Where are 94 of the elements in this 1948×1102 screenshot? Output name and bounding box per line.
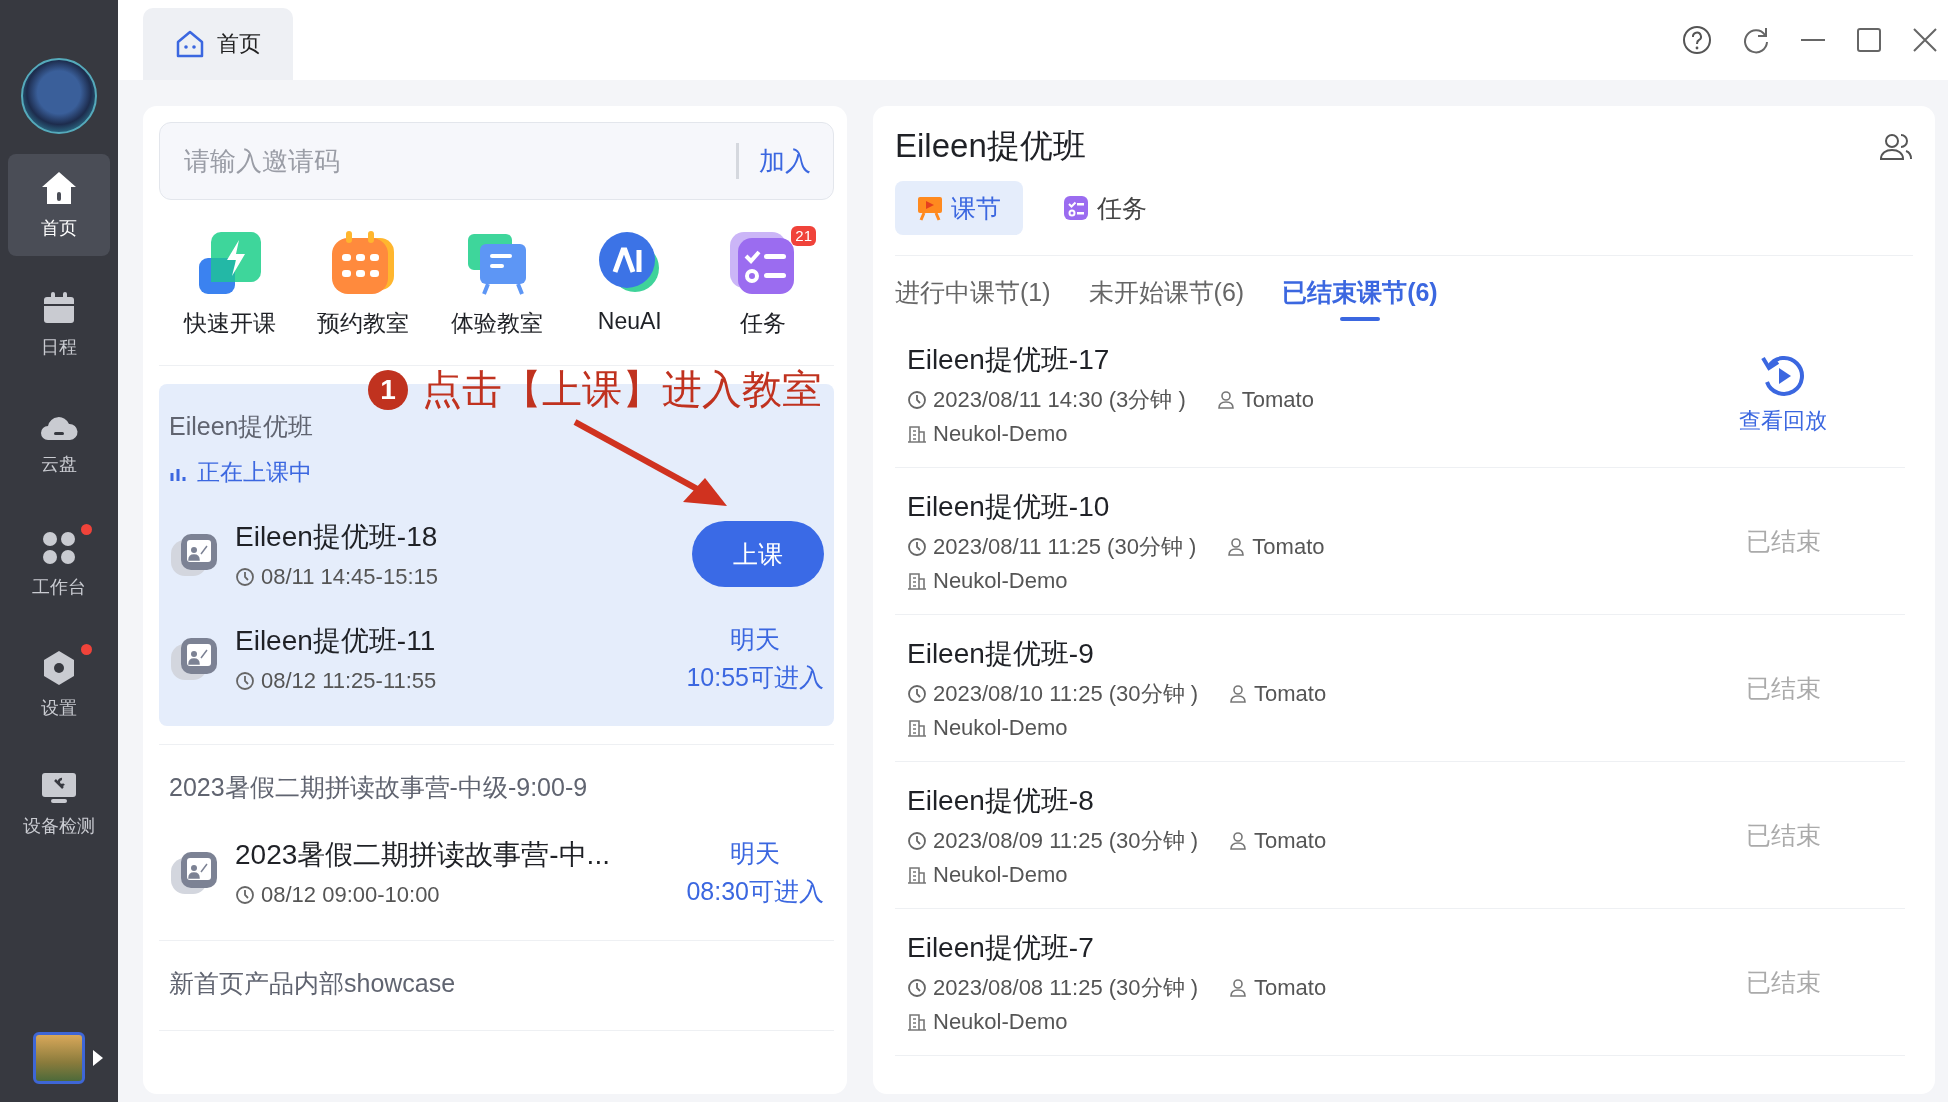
lesson-time: 08/12 11:25-11:55 xyxy=(261,668,437,694)
annotation-text: 点击【上课】进入教室 xyxy=(422,366,822,413)
invite-code-field[interactable]: 请输入邀请码 加入 xyxy=(159,122,834,200)
lesson-title: Eileen提优班-9 xyxy=(907,637,1095,671)
clock-icon xyxy=(235,885,255,905)
ended-status: 已结束 xyxy=(1745,819,1821,851)
entry-time-note: 明天 10:55可进入 xyxy=(686,624,824,693)
lesson-time: 2023/08/11 11:25 (30分钟 ) xyxy=(933,533,1197,561)
clock-icon xyxy=(907,831,927,851)
presentation-icon xyxy=(917,195,943,221)
lesson-filter-tab[interactable]: 进行中课节(1) xyxy=(895,276,1051,321)
lesson-time: 08/12 09:00-10:00 xyxy=(261,882,440,908)
organization-name: Neukol-Demo xyxy=(933,568,1068,594)
shortcut-button[interactable]: NeuAI xyxy=(564,228,695,339)
lesson-filter-tab[interactable]: 未开始课节(6) xyxy=(1088,276,1245,321)
person-icon xyxy=(1228,831,1248,851)
clock-icon xyxy=(235,567,255,587)
shortcut-button[interactable]: 预约教室 xyxy=(298,228,429,339)
lesson-title: 2023暑假二期拼读故事营-中... xyxy=(235,838,611,872)
page-tab[interactable]: 首页 xyxy=(143,8,293,80)
sidebar-item[interactable]: 云盘 xyxy=(8,394,110,496)
person-icon xyxy=(1228,684,1248,704)
lesson-filter-tab[interactable]: 已结束课节(6) xyxy=(1282,276,1438,321)
settings-icon xyxy=(42,650,76,686)
step-number: 1 xyxy=(368,369,408,410)
clock-icon xyxy=(907,978,927,998)
lesson-title: Eileen提优班-8 xyxy=(907,784,1095,818)
class-title: Eileen提优班 xyxy=(895,126,1086,166)
class-tab[interactable]: 任务 xyxy=(1041,181,1169,235)
teacher-name: Tomato xyxy=(1241,387,1314,413)
sidebar-item[interactable]: 工作台 xyxy=(8,514,110,616)
live-status: 正在上课中 xyxy=(197,458,312,487)
lesson-title: Eileen提优班-11 xyxy=(235,624,437,658)
replay-button[interactable]: 查看回放 xyxy=(1739,352,1827,436)
shortcut-button[interactable]: 体验教室 xyxy=(431,228,562,339)
photo-placeholder[interactable] xyxy=(33,1032,85,1084)
organization-name: Neukol-Demo xyxy=(933,1009,1068,1035)
home-icon xyxy=(175,29,205,59)
teacher-name: Tomato xyxy=(1254,828,1327,854)
help-icon[interactable] xyxy=(1682,25,1712,55)
clock-icon xyxy=(907,684,927,704)
person-icon xyxy=(1215,390,1236,410)
clock-icon xyxy=(907,390,927,410)
organization-name: Neukol-Demo xyxy=(933,862,1068,888)
organization-name: Neukol-Demo xyxy=(933,715,1068,741)
sidebar-item[interactable]: 设置 xyxy=(8,634,110,736)
lesson-time: 2023/08/10 11:25 (30分钟 ) xyxy=(933,680,1198,708)
class-title: 2023暑假二期拼读故事营-中级-9:00-9 xyxy=(169,772,589,803)
lesson-time: 2023/08/09 11:25 (30分钟 ) xyxy=(933,827,1198,855)
count-badge: 21 xyxy=(791,226,816,246)
clock-icon xyxy=(907,537,927,557)
teacher-name: Tomato xyxy=(1252,534,1325,560)
sidebar-item[interactable]: 设备检测 xyxy=(8,754,110,856)
monitor-icon xyxy=(41,772,77,804)
lesson-title: Eileen提优班-7 xyxy=(907,931,1095,965)
start-class-button[interactable]: 上课 xyxy=(692,521,824,587)
person-icon xyxy=(1228,978,1248,998)
shortcut-button[interactable]: 快速开课 xyxy=(165,228,295,339)
caret-icon[interactable] xyxy=(93,1050,103,1066)
ended-status: 已结束 xyxy=(1745,966,1821,998)
maximize-icon[interactable] xyxy=(1856,25,1882,55)
join-button[interactable]: 加入 xyxy=(759,143,811,179)
ended-status: 已结束 xyxy=(1745,525,1821,557)
lesson-title: Eileen提优班-18 xyxy=(235,520,439,554)
class-tab[interactable]: 课节 xyxy=(895,181,1023,235)
refresh-icon[interactable] xyxy=(1742,25,1770,55)
organization-name: Neukol-Demo xyxy=(933,421,1068,447)
calendar-icon xyxy=(42,291,76,325)
lesson-time: 2023/08/11 14:30 (3分钟 ) xyxy=(933,386,1186,414)
class-title: 新首页产品内部showcase xyxy=(169,968,457,999)
checklist-icon xyxy=(1063,195,1089,221)
teacher-name: Tomato xyxy=(1254,681,1327,707)
building-icon xyxy=(907,1012,927,1032)
class-title: Eileen提优班 xyxy=(169,411,315,442)
lesson-time: 08/11 14:45-15:15 xyxy=(261,564,438,590)
building-icon xyxy=(907,718,927,738)
ended-status: 已结束 xyxy=(1745,672,1821,704)
entry-time-note: 明天 08:30可进入 xyxy=(686,838,824,907)
person-icon xyxy=(1226,537,1247,557)
shortcut-button[interactable]: 任务 21 xyxy=(698,228,828,339)
clock-icon xyxy=(235,671,255,691)
lesson-title: Eileen提优班-10 xyxy=(907,490,1111,524)
home-icon xyxy=(40,170,78,206)
teacher-name: Tomato xyxy=(1254,975,1327,1001)
building-icon xyxy=(907,865,927,885)
building-icon xyxy=(907,571,927,591)
apps-icon xyxy=(42,531,76,565)
members-icon[interactable] xyxy=(1879,131,1913,162)
cloud-icon xyxy=(40,414,78,442)
sidebar-item[interactable]: 首页 xyxy=(8,154,110,256)
lesson-time: 2023/08/08 11:25 (30分钟 ) xyxy=(933,974,1198,1002)
sidebar-item[interactable]: 日程 xyxy=(8,274,110,376)
lesson-title: Eileen提优班-17 xyxy=(907,343,1111,377)
building-icon xyxy=(907,424,927,444)
